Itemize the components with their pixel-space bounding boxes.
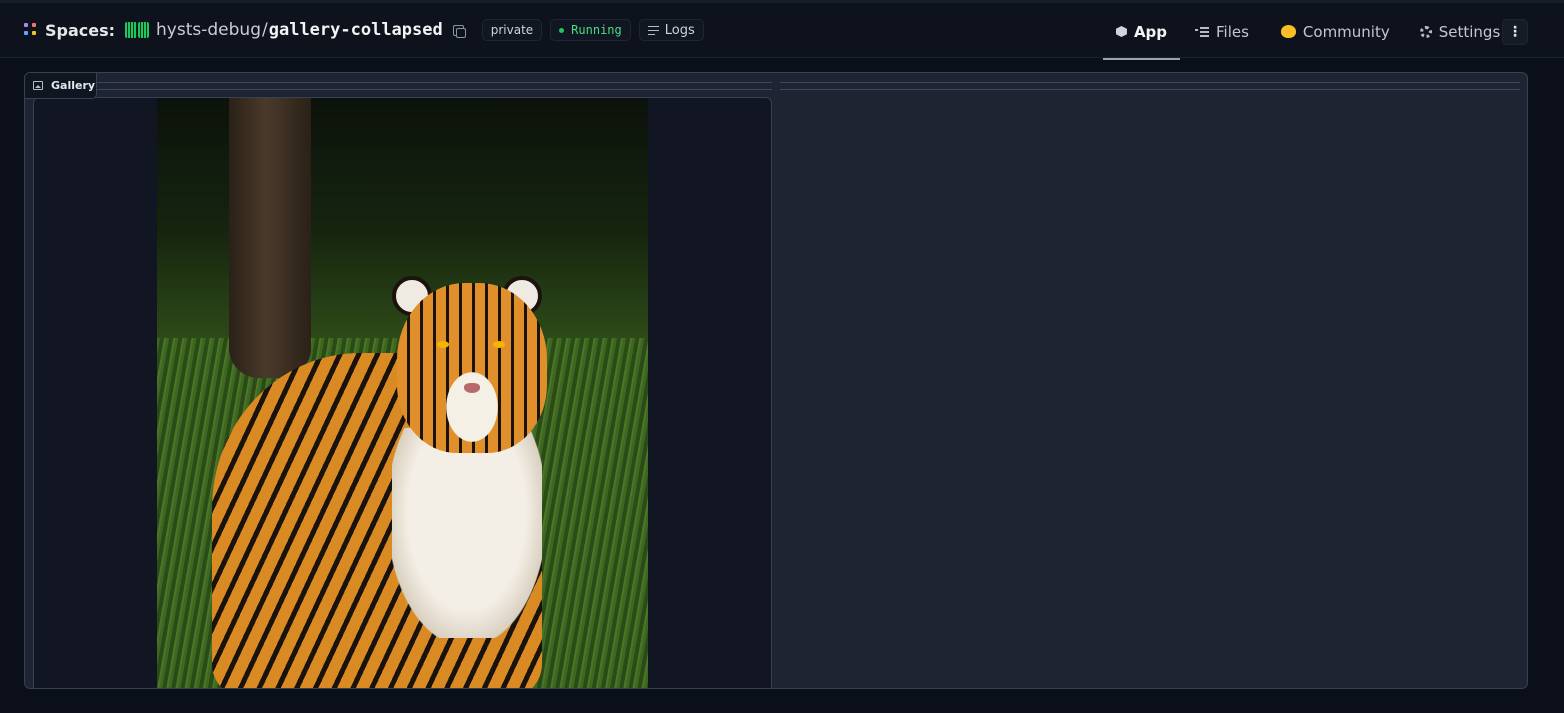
tab-settings[interactable]: Settings	[1419, 3, 1501, 60]
tab-app-label: App	[1133, 22, 1168, 41]
photo-tiger-eye	[493, 341, 505, 348]
repo-name[interactable]: gallery-collapsed	[269, 20, 443, 40]
tab-app[interactable]: App	[1103, 3, 1180, 60]
logs-label: Logs	[664, 22, 695, 38]
gallery-panel: Gallery	[24, 72, 1528, 689]
photo-tree-trunk	[229, 98, 311, 378]
hugging-face-icon	[1280, 25, 1296, 38]
divider	[780, 82, 1520, 83]
logs-button[interactable]: Logs	[638, 19, 704, 41]
gallery-label: Gallery	[51, 79, 96, 92]
tab-community[interactable]: Community	[1280, 3, 1390, 60]
tab-files[interactable]: Files	[1195, 3, 1249, 60]
status-label: Running	[571, 23, 622, 37]
divider	[97, 82, 772, 83]
visibility-badge: private	[481, 19, 543, 41]
divider	[97, 89, 772, 90]
gallery-image-tiger[interactable]	[157, 98, 648, 688]
visibility-label: private	[490, 23, 534, 37]
more-options-button[interactable]: ⋮	[1502, 19, 1528, 45]
space-header: Spaces: hysts-debug / gallery-collapsed …	[0, 0, 1564, 60]
photo-tiger-eye	[437, 341, 449, 348]
copy-icon[interactable]	[452, 24, 466, 38]
space-title-bar: Spaces: hysts-debug / gallery-collapsed …	[24, 15, 704, 45]
gallery-preview[interactable]	[33, 97, 772, 688]
gear-icon	[1419, 25, 1432, 38]
cube-icon	[1115, 26, 1127, 37]
photo-tiger-nose	[464, 383, 480, 393]
spaces-logo-icon[interactable]	[24, 23, 38, 37]
photo-tiger-chest	[392, 428, 542, 638]
status-badge[interactable]: Running	[550, 19, 631, 41]
gallery-label-tag: Gallery	[25, 73, 97, 99]
image-icon	[33, 81, 43, 90]
owner-avatar[interactable]	[125, 22, 150, 38]
space-nav: App Files Community Settings	[1103, 3, 1500, 60]
logs-icon	[647, 25, 659, 35]
files-icon	[1195, 26, 1209, 37]
more-options-icon: ⋮	[1508, 24, 1522, 40]
photo-tiger-face	[432, 353, 512, 443]
tab-files-label: Files	[1216, 22, 1249, 41]
owner-link[interactable]: hysts-debug	[156, 20, 261, 40]
divider	[780, 89, 1520, 90]
tab-community-label: Community	[1302, 22, 1390, 41]
spaces-link[interactable]: Spaces:	[45, 21, 115, 40]
tab-settings-label: Settings	[1438, 22, 1501, 41]
status-dot-icon	[559, 27, 565, 33]
path-separator: /	[262, 20, 268, 40]
